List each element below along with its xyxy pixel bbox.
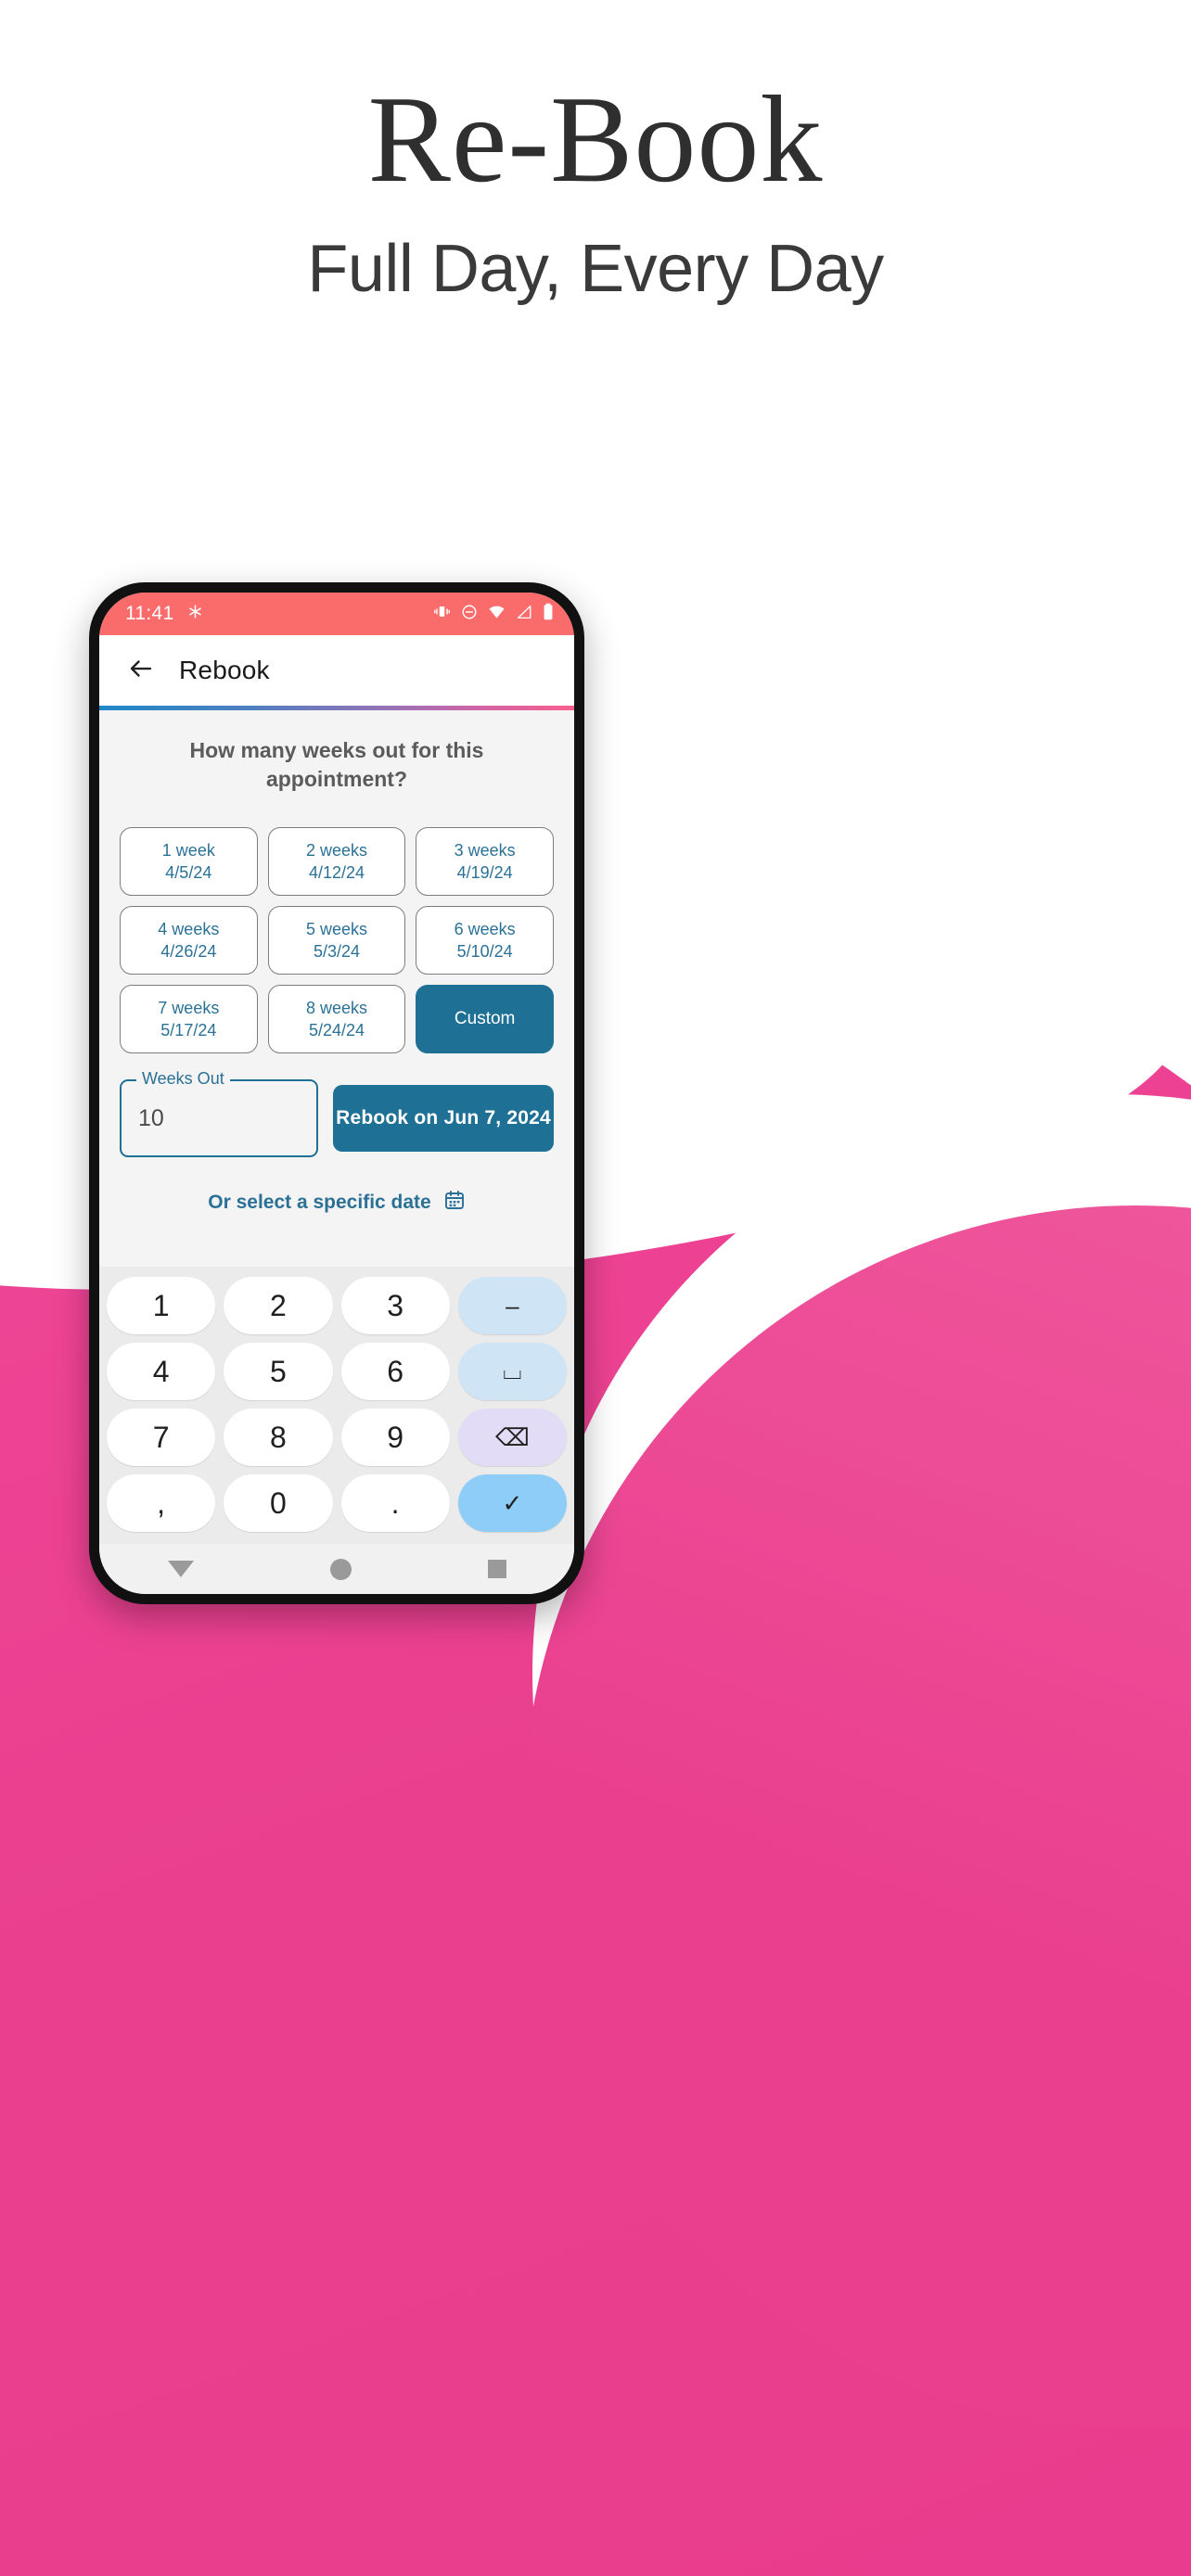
- key-period[interactable]: .: [340, 1474, 450, 1532]
- select-specific-date-link[interactable]: Or select a specific date: [99, 1189, 574, 1217]
- key-dash[interactable]: –: [457, 1277, 567, 1334]
- home-circle-icon[interactable]: [329, 1558, 352, 1580]
- screen-content: How many weeks out for this appointment?…: [99, 710, 574, 1267]
- phone-mockup: 11:41 Rebook How many weeks out for this…: [89, 582, 584, 1604]
- week-option-label: 2 weeks: [305, 840, 368, 860]
- key-9[interactable]: 9: [340, 1409, 450, 1466]
- week-option-8[interactable]: 8 weeks 5/24/24: [267, 985, 406, 1054]
- week-option-label: 1 week: [161, 840, 215, 860]
- app-bar: Rebook: [99, 635, 574, 706]
- weeks-out-input[interactable]: Weeks Out 10: [120, 1070, 318, 1158]
- week-option-label: 4 weeks: [158, 919, 220, 938]
- week-option-label: 8 weeks: [305, 998, 368, 1017]
- week-option-date: 4/12/24: [308, 863, 365, 883]
- week-option-date: 5/10/24: [456, 942, 513, 962]
- key-1[interactable]: 1: [107, 1277, 216, 1334]
- calendar-icon: [443, 1189, 466, 1217]
- app-bar-title: Rebook: [179, 656, 270, 684]
- select-specific-date-label: Or select a specific date: [208, 1192, 431, 1214]
- numeric-keyboard: 1 2 3 – 4 5 6 ⌴ 7 8 9 ⌫ , 0 . ✓: [99, 1267, 574, 1544]
- key-done[interactable]: ✓: [457, 1474, 567, 1532]
- week-option-label: 7 weeks: [158, 998, 220, 1017]
- week-option-5[interactable]: 5 weeks 5/3/24: [267, 906, 406, 976]
- week-option-4[interactable]: 4 weeks 4/26/24: [120, 906, 258, 976]
- week-option-7[interactable]: 7 weeks 5/17/24: [120, 985, 258, 1054]
- phone-screen: 11:41 Rebook How many weeks out for this…: [99, 593, 574, 1594]
- rebook-button-label: Rebook on Jun 7, 2024: [336, 1107, 551, 1129]
- page-title: Re-Book: [367, 70, 824, 208]
- key-6[interactable]: 6: [340, 1343, 450, 1400]
- keyboard-row-1: 1 2 3 –: [107, 1277, 567, 1334]
- key-7[interactable]: 7: [107, 1409, 216, 1466]
- system-nav-bar: [99, 1544, 574, 1594]
- week-option-date: 4/26/24: [160, 942, 217, 962]
- week-option-date: 4/5/24: [165, 863, 212, 883]
- key-2[interactable]: 2: [224, 1277, 333, 1334]
- week-option-label: 5 weeks: [305, 919, 368, 938]
- vibrate-icon: [433, 603, 451, 625]
- keyboard-row-2: 4 5 6 ⌴: [107, 1343, 567, 1400]
- key-space[interactable]: ⌴: [457, 1343, 567, 1400]
- week-option-label: 6 weeks: [454, 919, 516, 938]
- battery-icon: [543, 603, 554, 625]
- weeks-out-label: Weeks Out: [136, 1070, 230, 1088]
- week-option-1[interactable]: 1 week 4/5/24: [120, 827, 258, 897]
- key-4[interactable]: 4: [107, 1343, 216, 1400]
- week-option-date: 5/17/24: [160, 1021, 217, 1040]
- week-option-2[interactable]: 2 weeks 4/12/24: [267, 827, 406, 897]
- week-option-date: 5/24/24: [308, 1021, 365, 1040]
- recents-square-icon[interactable]: [487, 1560, 506, 1578]
- key-3[interactable]: 3: [340, 1277, 450, 1334]
- snowflake-icon: [187, 604, 203, 624]
- week-option-label: Custom: [454, 1009, 516, 1029]
- keyboard-row-3: 7 8 9 ⌫: [107, 1409, 567, 1466]
- week-option-6[interactable]: 6 weeks 5/10/24: [416, 906, 554, 976]
- status-bar: 11:41: [99, 593, 574, 635]
- weeks-option-grid: 1 week 4/5/24 2 weeks 4/12/24 3 weeks 4/…: [99, 794, 574, 1054]
- status-bar-clock: 11:41: [125, 603, 174, 624]
- key-backspace[interactable]: ⌫: [457, 1409, 567, 1466]
- week-option-3[interactable]: 3 weeks 4/19/24: [416, 827, 554, 897]
- rebook-button[interactable]: Rebook on Jun 7, 2024: [333, 1085, 554, 1153]
- wifi-icon: [488, 603, 506, 625]
- back-arrow-icon[interactable]: [127, 655, 155, 687]
- do-not-disturb-icon: [461, 604, 478, 625]
- key-0[interactable]: 0: [224, 1474, 333, 1532]
- signal-icon: [516, 604, 532, 625]
- key-comma[interactable]: ,: [107, 1474, 216, 1532]
- week-option-date: 5/3/24: [313, 942, 361, 962]
- key-5[interactable]: 5: [224, 1343, 333, 1400]
- hero-header: Re-Book Full Day, Every Day: [0, 0, 1191, 306]
- week-option-label: 3 weeks: [454, 840, 516, 860]
- back-triangle-icon[interactable]: [167, 1561, 194, 1577]
- weeks-out-value: 10: [138, 1104, 164, 1131]
- page-subtitle: Full Day, Every Day: [307, 231, 884, 306]
- custom-weeks-row: Weeks Out 10 Rebook on Jun 7, 2024: [99, 1053, 574, 1158]
- question-text: How many weeks out for this appointment?: [189, 738, 484, 792]
- status-bar-right: [433, 603, 554, 625]
- keyboard-row-4: , 0 . ✓: [107, 1474, 567, 1532]
- week-option-date: 4/19/24: [456, 863, 513, 883]
- week-option-custom[interactable]: Custom: [416, 985, 554, 1054]
- key-8[interactable]: 8: [224, 1409, 333, 1466]
- status-bar-left: 11:41: [125, 603, 203, 625]
